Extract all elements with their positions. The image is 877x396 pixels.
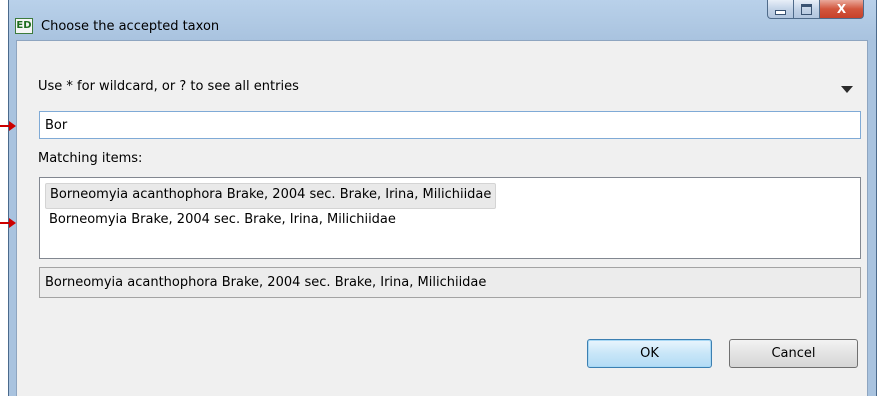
window-title: Choose the accepted taxon: [41, 19, 220, 34]
dialog-body: Use * for wildcard, or ? to see all entr…: [16, 40, 868, 396]
matching-items-list[interactable]: Borneomyia acanthophora Brake, 2004 sec.…: [39, 177, 861, 259]
window-controls: X: [767, 0, 864, 21]
annotation-arrow-icon: [0, 121, 16, 131]
minimize-button[interactable]: [767, 0, 794, 19]
close-button[interactable]: X: [820, 0, 864, 19]
minimize-icon: [775, 10, 786, 15]
app-icon: ED: [15, 18, 33, 34]
matching-items-label: Matching items:: [38, 151, 143, 166]
search-input[interactable]: [39, 111, 861, 139]
selection-status: Borneomyia acanthophora Brake, 2004 sec.…: [39, 267, 861, 298]
maximize-icon: [801, 3, 812, 15]
annotation-arrow-icon: [0, 218, 16, 228]
list-item[interactable]: Borneomyia Brake, 2004 sec. Brake, Irina…: [45, 208, 400, 232]
search-hint: Use * for wildcard, or ? to see all entr…: [38, 79, 299, 94]
title-bar[interactable]: ED Choose the accepted taxon X: [9, 0, 876, 40]
list-item-selected[interactable]: Borneomyia acanthophora Brake, 2004 sec.…: [45, 183, 497, 209]
maximize-button[interactable]: [794, 0, 820, 19]
close-icon: X: [836, 2, 847, 16]
cancel-button[interactable]: Cancel: [729, 339, 858, 368]
menu-dropdown-icon[interactable]: [841, 86, 853, 93]
dialog-window: ED Choose the accepted taxon X Use * for…: [8, 0, 877, 396]
ok-button[interactable]: OK: [587, 339, 712, 368]
